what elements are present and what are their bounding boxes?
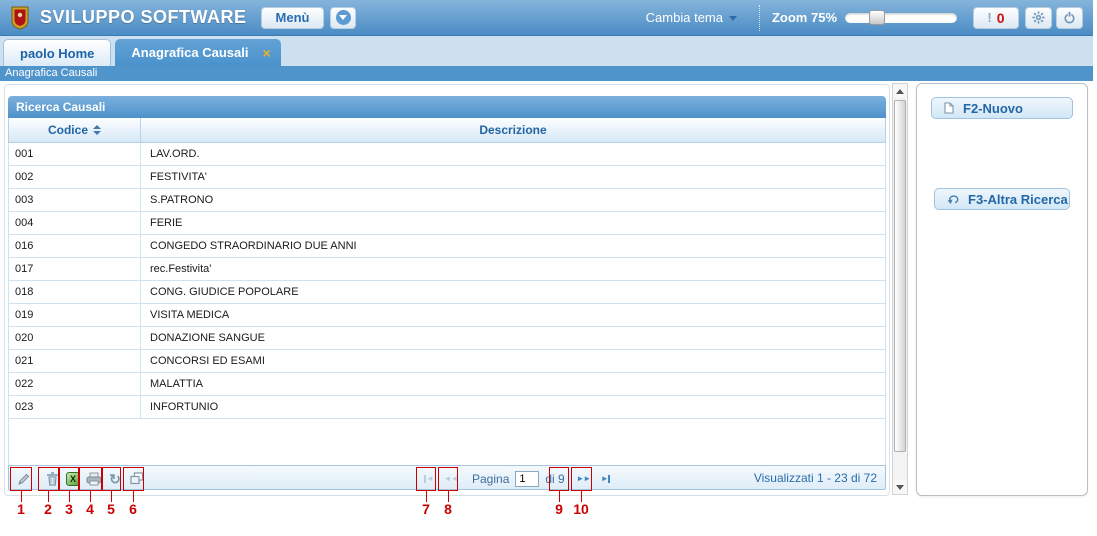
cell-codice: 002 <box>9 166 141 188</box>
cell-codice: 019 <box>9 304 141 326</box>
grid-column-headers: Codice Descrizione <box>8 118 886 143</box>
cell-descrizione: CONCORSI ED ESAMI <box>141 350 885 372</box>
settings-button[interactable] <box>1025 7 1052 29</box>
cell-codice: 001 <box>9 143 141 165</box>
table-row[interactable]: 018 CONG. GIUDICE POPOLARE <box>9 281 885 304</box>
power-icon <box>1063 11 1076 24</box>
cell-codice: 017 <box>9 258 141 280</box>
cell-codice: 018 <box>9 281 141 303</box>
vertical-scrollbar[interactable] <box>892 83 908 495</box>
grid-title: Ricerca Causali <box>8 96 886 118</box>
tab-paolo-home[interactable]: paolo Home <box>3 39 111 66</box>
search-results-panel: Ricerca Causali Codice Descrizione 001 L… <box>4 84 890 496</box>
zoom-slider[interactable] <box>845 13 957 23</box>
cell-descrizione: MALATTIA <box>141 373 885 395</box>
change-theme-button[interactable]: Cambia tema <box>646 10 723 25</box>
table-row[interactable]: 001 LAV.ORD. <box>9 143 885 166</box>
chevron-down-icon <box>729 16 737 21</box>
table-row[interactable]: 017 rec.Festivita' <box>9 258 885 281</box>
table-row[interactable]: 021 CONCORSI ED ESAMI <box>9 350 885 373</box>
scrollbar-thumb[interactable] <box>894 100 906 452</box>
gear-icon <box>1032 11 1045 24</box>
grid-empty-area <box>8 419 886 465</box>
cell-descrizione: DONAZIONE SANGUE <box>141 327 885 349</box>
f3-altra-ricerca-button[interactable]: F3-Altra Ricerca <box>934 188 1070 210</box>
menu-button[interactable]: Menù <box>261 7 325 29</box>
tab-label: Anagrafica Causali <box>131 45 248 60</box>
zoom-slider-handle[interactable] <box>869 10 885 25</box>
content-area: Ricerca Causali Codice Descrizione 001 L… <box>0 81 1093 497</box>
cell-descrizione: rec.Festivita' <box>141 258 885 280</box>
scroll-up-icon[interactable] <box>893 84 907 98</box>
cell-descrizione: FESTIVITA' <box>141 166 885 188</box>
cell-codice: 016 <box>9 235 141 257</box>
column-header-descrizione[interactable]: Descrizione <box>141 118 885 142</box>
cell-descrizione: FERIE <box>141 212 885 234</box>
table-row[interactable]: 019 VISITA MEDICA <box>9 304 885 327</box>
back-arrow-icon <box>947 194 959 204</box>
table-row[interactable]: 002 FESTIVITA' <box>9 166 885 189</box>
menu-dropdown-button[interactable] <box>330 7 356 29</box>
table-row[interactable]: 022 MALATTIA <box>9 373 885 396</box>
page-last-button[interactable]: ► <box>597 470 614 487</box>
cell-codice: 022 <box>9 373 141 395</box>
close-icon[interactable]: × <box>262 46 270 60</box>
app-title: SVILUPPO SOFTWARE <box>40 7 247 28</box>
cell-codice: 004 <box>9 212 141 234</box>
actions-sidebar: F2-Nuovo F3-Altra Ricerca <box>916 83 1088 496</box>
notification-count: 0 <box>997 10 1005 26</box>
cell-codice: 003 <box>9 189 141 211</box>
notifications-button[interactable]: ! 0 <box>973 7 1019 29</box>
cell-descrizione: INFORTUNIO <box>141 396 885 418</box>
cell-descrizione: LAV.ORD. <box>141 143 885 165</box>
table-row[interactable]: 020 DONAZIONE SANGUE <box>9 327 885 350</box>
chevron-down-icon <box>336 10 351 25</box>
power-button[interactable] <box>1056 7 1083 29</box>
table-row[interactable]: 016 CONGEDO STRAORDINARIO DUE ANNI <box>9 235 885 258</box>
cell-descrizione: CONGEDO STRAORDINARIO DUE ANNI <box>141 235 885 257</box>
breadcrumb: Anagrafica Causali <box>0 66 1093 81</box>
cell-codice: 023 <box>9 396 141 418</box>
exclamation-icon: ! <box>987 10 991 25</box>
page-number-input[interactable] <box>515 471 539 487</box>
records-status: Visualizzati 1 - 23 di 72 <box>754 471 877 485</box>
table-row[interactable]: 023 INFORTUNIO <box>9 396 885 419</box>
table-row[interactable]: 003 S.PATRONO <box>9 189 885 212</box>
scroll-down-icon[interactable] <box>893 480 907 494</box>
tab-bar: paolo Home Anagrafica Causali × <box>0 36 1093 66</box>
cell-codice: 021 <box>9 350 141 372</box>
zoom-label: Zoom 75% <box>772 10 837 25</box>
cell-descrizione: CONG. GIUDICE POPOLARE <box>141 281 885 303</box>
causali-grid: Ricerca Causali Codice Descrizione 001 L… <box>8 96 886 490</box>
grid-rows: 001 LAV.ORD. 002 FESTIVITA' 003 S.PATRON… <box>8 143 886 419</box>
column-header-codice[interactable]: Codice <box>9 118 141 142</box>
table-row[interactable]: 004 FERIE <box>9 212 885 235</box>
cell-descrizione: VISITA MEDICA <box>141 304 885 326</box>
cell-codice: 020 <box>9 327 141 349</box>
scrollbar-track[interactable] <box>893 98 907 480</box>
tab-label: paolo Home <box>20 46 94 61</box>
app-header: SVILUPPO SOFTWARE Menù Cambia tema Zoom … <box>0 0 1093 36</box>
new-document-icon <box>944 102 954 114</box>
tab-anagrafica-causali[interactable]: Anagrafica Causali × <box>115 39 280 66</box>
crest-logo-icon <box>10 5 30 30</box>
divider <box>759 5 760 31</box>
page-label: Pagina <box>472 472 509 486</box>
f2-nuovo-button[interactable]: F2-Nuovo <box>931 97 1073 119</box>
cell-descrizione: S.PATRONO <box>141 189 885 211</box>
sort-icon <box>93 125 101 135</box>
